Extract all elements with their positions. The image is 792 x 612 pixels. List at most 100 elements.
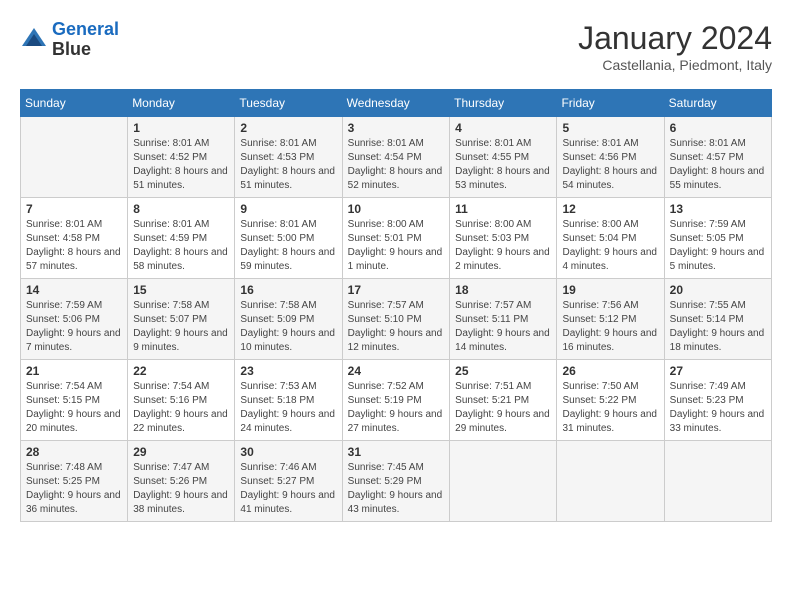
day-info: Sunrise: 8:01 AMSunset: 4:55 PMDaylight:… xyxy=(455,137,551,193)
calendar-cell xyxy=(557,441,664,522)
day-info: Sunrise: 7:50 AMSunset: 5:22 PMDaylight:… xyxy=(562,380,658,436)
day-info: Sunrise: 7:51 AMSunset: 5:21 PMDaylight:… xyxy=(455,380,551,436)
weekday-header-saturday: Saturday xyxy=(664,90,771,117)
calendar-cell: 6 Sunrise: 8:01 AMSunset: 4:57 PMDaylight… xyxy=(664,117,771,198)
day-info: Sunrise: 7:54 AMSunset: 5:15 PMDaylight:… xyxy=(26,380,122,436)
day-number: 23 xyxy=(240,364,336,378)
day-info: Sunrise: 7:52 AMSunset: 5:19 PMDaylight:… xyxy=(348,380,445,436)
calendar-cell: 26 Sunrise: 7:50 AMSunset: 5:22 PMDayligh… xyxy=(557,360,664,441)
calendar-cell xyxy=(21,117,128,198)
day-number: 11 xyxy=(455,202,551,216)
day-number: 3 xyxy=(348,121,445,135)
day-number: 7 xyxy=(26,202,122,216)
calendar-cell: 17Sunrise: 7:57 AMSunset: 5:10 PMDayligh… xyxy=(342,279,450,360)
day-number: 8 xyxy=(133,202,229,216)
calendar-cell xyxy=(450,441,557,522)
week-row-2: 7Sunrise: 8:01 AMSunset: 4:58 PMDaylight… xyxy=(21,198,772,279)
week-row-4: 21 Sunrise: 7:54 AMSunset: 5:15 PMDayligh… xyxy=(21,360,772,441)
day-number: 21 xyxy=(26,364,122,378)
weekday-row: SundayMondayTuesdayWednesdayThursdayFrid… xyxy=(21,90,772,117)
day-number: 4 xyxy=(455,121,551,135)
calendar-cell: 14Sunrise: 7:59 AMSunset: 5:06 PMDayligh… xyxy=(21,279,128,360)
day-info: Sunrise: 8:00 AMSunset: 5:04 PMDaylight:… xyxy=(562,218,658,274)
calendar-cell: 21 Sunrise: 7:54 AMSunset: 5:15 PMDayligh… xyxy=(21,360,128,441)
day-number: 31 xyxy=(348,445,445,459)
month-title: January 2024 xyxy=(578,20,772,57)
calendar-cell: 18Sunrise: 7:57 AMSunset: 5:11 PMDayligh… xyxy=(450,279,557,360)
week-row-1: 1Sunrise: 8:01 AMSunset: 4:52 PMDaylight… xyxy=(21,117,772,198)
calendar-cell: 9 Sunrise: 8:01 AMSunset: 5:00 PMDaylight… xyxy=(235,198,342,279)
day-number: 15 xyxy=(133,283,229,297)
day-info: Sunrise: 7:45 AMSunset: 5:29 PMDaylight:… xyxy=(348,461,445,517)
day-info: Sunrise: 7:48 AMSunset: 5:25 PMDaylight:… xyxy=(26,461,122,517)
day-info: Sunrise: 7:58 AMSunset: 5:07 PMDaylight:… xyxy=(133,299,229,355)
day-number: 6 xyxy=(670,121,766,135)
calendar-cell: 2 Sunrise: 8:01 AMSunset: 4:53 PMDaylight… xyxy=(235,117,342,198)
day-info: Sunrise: 8:01 AMSunset: 4:56 PMDaylight:… xyxy=(562,137,658,193)
calendar-cell: 29 Sunrise: 7:47 AMSunset: 5:26 PMDayligh… xyxy=(128,441,235,522)
day-number: 9 xyxy=(240,202,336,216)
calendar-cell: 31 Sunrise: 7:45 AMSunset: 5:29 PMDayligh… xyxy=(342,441,450,522)
day-info: Sunrise: 8:01 AMSunset: 4:57 PMDaylight:… xyxy=(670,137,766,193)
day-number: 25 xyxy=(455,364,551,378)
day-number: 5 xyxy=(562,121,658,135)
calendar-cell: 3 Sunrise: 8:01 AMSunset: 4:54 PMDaylight… xyxy=(342,117,450,198)
day-number: 10 xyxy=(348,202,445,216)
calendar-cell: 30Sunrise: 7:46 AMSunset: 5:27 PMDayligh… xyxy=(235,441,342,522)
calendar-cell: 5 Sunrise: 8:01 AMSunset: 4:56 PMDaylight… xyxy=(557,117,664,198)
calendar-cell xyxy=(664,441,771,522)
day-number: 28 xyxy=(26,445,122,459)
day-info: Sunrise: 8:01 AMSunset: 5:00 PMDaylight:… xyxy=(240,218,336,274)
logo: General Blue xyxy=(20,20,119,60)
calendar-cell: 15 Sunrise: 7:58 AMSunset: 5:07 PMDayligh… xyxy=(128,279,235,360)
calendar-cell: 11Sunrise: 8:00 AMSunset: 5:03 PMDayligh… xyxy=(450,198,557,279)
logo-icon xyxy=(20,26,48,54)
logo-text: General Blue xyxy=(52,20,119,60)
calendar-cell: 27Sunrise: 7:49 AMSunset: 5:23 PMDayligh… xyxy=(664,360,771,441)
day-info: Sunrise: 7:55 AMSunset: 5:14 PMDaylight:… xyxy=(670,299,766,355)
logo-line1: General xyxy=(52,19,119,39)
location-subtitle: Castellania, Piedmont, Italy xyxy=(578,57,772,73)
calendar-body: 1Sunrise: 8:01 AMSunset: 4:52 PMDaylight… xyxy=(21,117,772,522)
calendar-cell: 28 Sunrise: 7:48 AMSunset: 5:25 PMDayligh… xyxy=(21,441,128,522)
day-number: 16 xyxy=(240,283,336,297)
day-info: Sunrise: 7:53 AMSunset: 5:18 PMDaylight:… xyxy=(240,380,336,436)
page-header: General Blue January 2024 Castellania, P… xyxy=(20,20,772,73)
weekday-header-friday: Friday xyxy=(557,90,664,117)
calendar-cell: 10Sunrise: 8:00 AMSunset: 5:01 PMDayligh… xyxy=(342,198,450,279)
day-number: 29 xyxy=(133,445,229,459)
day-number: 26 xyxy=(562,364,658,378)
day-number: 2 xyxy=(240,121,336,135)
calendar-cell: 24 Sunrise: 7:52 AMSunset: 5:19 PMDayligh… xyxy=(342,360,450,441)
day-number: 27 xyxy=(670,364,766,378)
calendar-cell: 4 Sunrise: 8:01 AMSunset: 4:55 PMDaylight… xyxy=(450,117,557,198)
day-info: Sunrise: 7:59 AMSunset: 5:05 PMDaylight:… xyxy=(670,218,766,274)
day-info: Sunrise: 7:54 AMSunset: 5:16 PMDaylight:… xyxy=(133,380,229,436)
day-number: 14 xyxy=(26,283,122,297)
weekday-header-sunday: Sunday xyxy=(21,90,128,117)
day-number: 30 xyxy=(240,445,336,459)
day-info: Sunrise: 7:56 AMSunset: 5:12 PMDaylight:… xyxy=(562,299,658,355)
weekday-header-thursday: Thursday xyxy=(450,90,557,117)
calendar-cell: 8 Sunrise: 8:01 AMSunset: 4:59 PMDaylight… xyxy=(128,198,235,279)
calendar-table: SundayMondayTuesdayWednesdayThursdayFrid… xyxy=(20,89,772,522)
day-number: 24 xyxy=(348,364,445,378)
calendar-cell: 22 Sunrise: 7:54 AMSunset: 5:16 PMDayligh… xyxy=(128,360,235,441)
calendar-cell: 1Sunrise: 8:01 AMSunset: 4:52 PMDaylight… xyxy=(128,117,235,198)
day-info: Sunrise: 7:57 AMSunset: 5:10 PMDaylight:… xyxy=(348,299,445,355)
day-info: Sunrise: 7:58 AMSunset: 5:09 PMDaylight:… xyxy=(240,299,336,355)
day-info: Sunrise: 8:01 AMSunset: 4:53 PMDaylight:… xyxy=(240,137,336,193)
calendar-cell: 20Sunrise: 7:55 AMSunset: 5:14 PMDayligh… xyxy=(664,279,771,360)
day-info: Sunrise: 7:47 AMSunset: 5:26 PMDaylight:… xyxy=(133,461,229,517)
day-info: Sunrise: 8:01 AMSunset: 4:54 PMDaylight:… xyxy=(348,137,445,193)
calendar-cell: 12Sunrise: 8:00 AMSunset: 5:04 PMDayligh… xyxy=(557,198,664,279)
logo-line2: Blue xyxy=(52,40,119,60)
day-number: 22 xyxy=(133,364,229,378)
calendar-header: SundayMondayTuesdayWednesdayThursdayFrid… xyxy=(21,90,772,117)
weekday-header-wednesday: Wednesday xyxy=(342,90,450,117)
day-info: Sunrise: 8:01 AMSunset: 4:59 PMDaylight:… xyxy=(133,218,229,274)
calendar-cell: 16 Sunrise: 7:58 AMSunset: 5:09 PMDayligh… xyxy=(235,279,342,360)
day-number: 13 xyxy=(670,202,766,216)
calendar-cell: 7Sunrise: 8:01 AMSunset: 4:58 PMDaylight… xyxy=(21,198,128,279)
day-info: Sunrise: 8:01 AMSunset: 4:52 PMDaylight:… xyxy=(133,137,229,193)
